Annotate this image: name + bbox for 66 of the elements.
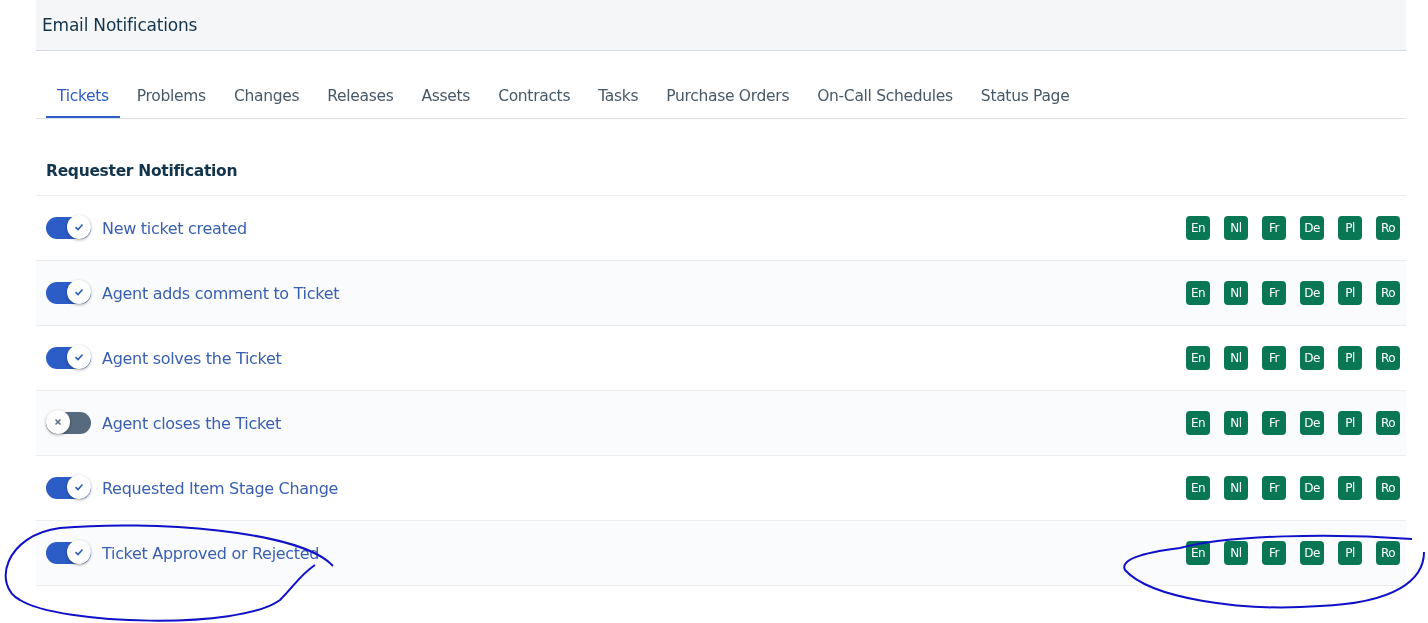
language-badge[interactable]: De: [1300, 346, 1324, 370]
page-title: Email Notifications: [42, 15, 198, 35]
language-badge[interactable]: De: [1300, 541, 1324, 565]
language-badge[interactable]: De: [1300, 476, 1324, 500]
tab[interactable]: Tickets: [46, 75, 120, 118]
language-badge[interactable]: Nl: [1224, 281, 1248, 305]
notification-label[interactable]: Ticket Approved or Rejected: [102, 543, 320, 563]
toggle-switch[interactable]: [46, 477, 91, 499]
language-badge[interactable]: En: [1186, 541, 1210, 565]
tab[interactable]: Contracts: [487, 75, 582, 118]
tab[interactable]: Tasks: [587, 75, 650, 118]
notification-label[interactable]: Requested Item Stage Change: [102, 478, 339, 498]
language-badge[interactable]: De: [1300, 216, 1324, 240]
check-icon: [73, 546, 85, 558]
check-icon: [73, 351, 85, 363]
close-icon: [53, 417, 63, 427]
notification-label[interactable]: Agent adds comment to Ticket: [102, 283, 340, 303]
language-badge[interactable]: Pl: [1338, 281, 1362, 305]
toggle-switch[interactable]: [46, 542, 91, 564]
language-badge[interactable]: En: [1186, 346, 1210, 370]
notification-label[interactable]: Agent solves the Ticket: [102, 348, 282, 368]
check-icon: [73, 481, 85, 493]
language-badge[interactable]: Fr: [1262, 216, 1286, 240]
tab[interactable]: Releases: [316, 75, 405, 118]
language-badge[interactable]: Nl: [1224, 411, 1248, 435]
check-icon: [73, 221, 85, 233]
language-badge[interactable]: Pl: [1338, 411, 1362, 435]
section-title: Requester Notification: [45, 161, 239, 182]
tab[interactable]: Purchase Orders: [655, 75, 801, 118]
language-badge[interactable]: Fr: [1262, 411, 1286, 435]
language-badge[interactable]: De: [1300, 281, 1324, 305]
language-badge[interactable]: Pl: [1338, 541, 1362, 565]
language-badge[interactable]: Nl: [1224, 541, 1248, 565]
language-badge[interactable]: Ro: [1376, 541, 1400, 565]
language-badge[interactable]: En: [1186, 411, 1210, 435]
toggle-switch[interactable]: [46, 282, 91, 304]
language-badge[interactable]: Ro: [1376, 216, 1400, 240]
tab[interactable]: Assets: [410, 75, 482, 118]
language-badge[interactable]: De: [1300, 411, 1324, 435]
notification-label[interactable]: Agent closes the Ticket: [102, 413, 281, 433]
check-icon: [73, 286, 85, 298]
language-badge[interactable]: Ro: [1376, 476, 1400, 500]
tab[interactable]: On-Call Schedules: [806, 75, 964, 118]
language-badge[interactable]: Fr: [1262, 476, 1286, 500]
language-badge[interactable]: Ro: [1376, 281, 1400, 305]
language-badge[interactable]: En: [1186, 281, 1210, 305]
language-badge[interactable]: Nl: [1224, 476, 1248, 500]
toggle-switch[interactable]: [46, 217, 91, 239]
language-badge[interactable]: Pl: [1338, 216, 1362, 240]
language-badge[interactable]: Pl: [1338, 346, 1362, 370]
tab[interactable]: Changes: [222, 75, 311, 118]
notification-label[interactable]: New ticket created: [102, 218, 247, 238]
language-badge[interactable]: Pl: [1338, 476, 1362, 500]
toggle-switch[interactable]: [46, 347, 91, 369]
language-badge[interactable]: En: [1186, 476, 1210, 500]
tab[interactable]: Problems: [125, 75, 217, 118]
toggle-switch[interactable]: [46, 412, 91, 434]
language-badge[interactable]: Fr: [1262, 541, 1286, 565]
tab[interactable]: Status Page: [969, 75, 1081, 118]
language-badge[interactable]: Fr: [1262, 281, 1286, 305]
language-badge[interactable]: En: [1186, 216, 1210, 240]
language-badge[interactable]: Ro: [1376, 346, 1400, 370]
language-badge[interactable]: Fr: [1262, 346, 1286, 370]
language-badge[interactable]: Ro: [1376, 411, 1400, 435]
language-badge[interactable]: Nl: [1224, 216, 1248, 240]
language-badge[interactable]: Nl: [1224, 346, 1248, 370]
